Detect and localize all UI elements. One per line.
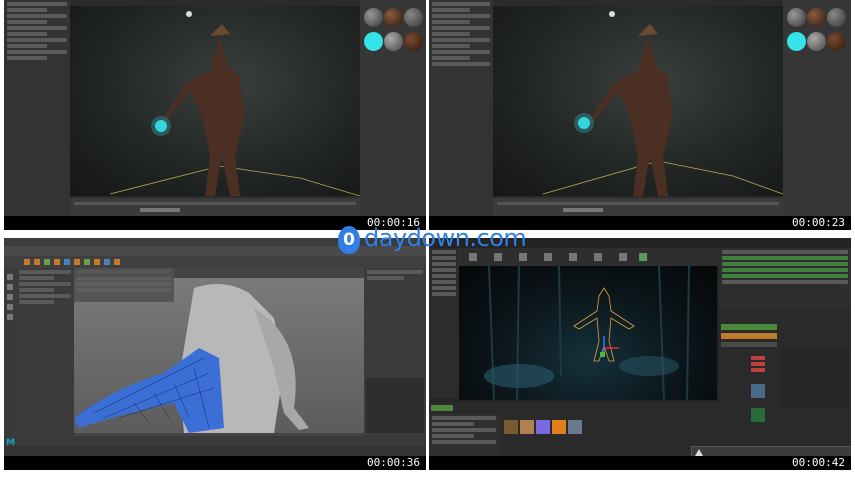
transform-value[interactable] bbox=[751, 362, 765, 366]
folder-tree bbox=[429, 414, 499, 460]
toolbox[interactable] bbox=[4, 268, 16, 438]
timestamp: 00:00:42 bbox=[792, 456, 845, 469]
timestamp: 00:00:36 bbox=[367, 456, 420, 469]
component-item[interactable] bbox=[721, 342, 777, 347]
viewport[interactable] bbox=[459, 265, 717, 401]
asset-thumb[interactable] bbox=[568, 420, 582, 434]
material-browser bbox=[360, 0, 426, 216]
add-new-button[interactable] bbox=[431, 405, 453, 411]
viewport[interactable] bbox=[70, 6, 361, 197]
asset-thumb[interactable] bbox=[552, 420, 566, 434]
timeline[interactable] bbox=[70, 198, 360, 216]
transform-value[interactable] bbox=[751, 368, 765, 372]
material-browser bbox=[783, 0, 851, 216]
material-ball[interactable] bbox=[807, 8, 826, 27]
details-panel bbox=[719, 308, 851, 453]
attribute-editor bbox=[364, 268, 426, 438]
range-slider[interactable] bbox=[4, 446, 426, 456]
watermark: 0 daydown.com bbox=[338, 224, 527, 256]
transform-value[interactable] bbox=[751, 356, 765, 360]
time-slider[interactable] bbox=[4, 436, 426, 446]
material-thumbnail[interactable] bbox=[751, 408, 765, 422]
mesh-thumbnail[interactable] bbox=[751, 384, 765, 398]
video-thumbnail-3[interactable]: M 00:00:36 bbox=[4, 238, 426, 470]
character-render bbox=[109, 24, 361, 197]
material-ball[interactable] bbox=[404, 8, 423, 27]
outliner-panel bbox=[429, 0, 493, 216]
timestamp-bar: 00:00:42 bbox=[429, 456, 851, 470]
shelf[interactable] bbox=[4, 256, 426, 268]
material-ball[interactable] bbox=[384, 32, 403, 51]
video-thumbnail-1[interactable]: 00:00:16 bbox=[4, 0, 426, 230]
material-ball[interactable] bbox=[827, 8, 846, 27]
material-ball-selected[interactable] bbox=[364, 32, 383, 51]
watermark-text: daydown.com bbox=[364, 224, 527, 252]
light-icon[interactable] bbox=[186, 11, 192, 17]
timeline[interactable] bbox=[493, 198, 783, 216]
character-render bbox=[542, 24, 784, 196]
watermark-logo: 0 bbox=[338, 226, 360, 254]
add-component-button[interactable] bbox=[721, 324, 777, 330]
viewport[interactable] bbox=[493, 6, 784, 196]
asset-thumb[interactable] bbox=[520, 420, 534, 434]
timestamp-bar: 00:00:36 bbox=[4, 456, 426, 470]
material-ball-selected[interactable] bbox=[787, 32, 806, 51]
video-thumbnail-4[interactable]: 00:00:42 bbox=[429, 238, 851, 470]
play-icon[interactable] bbox=[639, 253, 647, 261]
asset-thumb[interactable] bbox=[504, 420, 518, 434]
outliner-panel bbox=[16, 268, 74, 438]
channel-box bbox=[74, 268, 174, 302]
video-thumbnail-2[interactable]: 00:00:23 bbox=[429, 0, 851, 230]
outliner-panel bbox=[4, 0, 70, 216]
warning-icon bbox=[695, 449, 703, 456]
content-browser bbox=[429, 402, 719, 460]
material-ball[interactable] bbox=[827, 32, 846, 51]
timestamp: 00:00:23 bbox=[792, 216, 845, 229]
world-outliner bbox=[719, 248, 851, 308]
material-ball[interactable] bbox=[807, 32, 826, 51]
forest-scene bbox=[484, 265, 690, 401]
material-ball[interactable] bbox=[384, 8, 403, 27]
graph-area bbox=[781, 348, 849, 408]
light-icon[interactable] bbox=[609, 11, 615, 17]
material-ball[interactable] bbox=[364, 8, 383, 27]
material-ball[interactable] bbox=[787, 8, 806, 27]
material-ball[interactable] bbox=[404, 32, 423, 51]
modes-panel bbox=[429, 248, 459, 398]
selected-component[interactable] bbox=[721, 333, 777, 339]
asset-thumb[interactable] bbox=[536, 420, 550, 434]
